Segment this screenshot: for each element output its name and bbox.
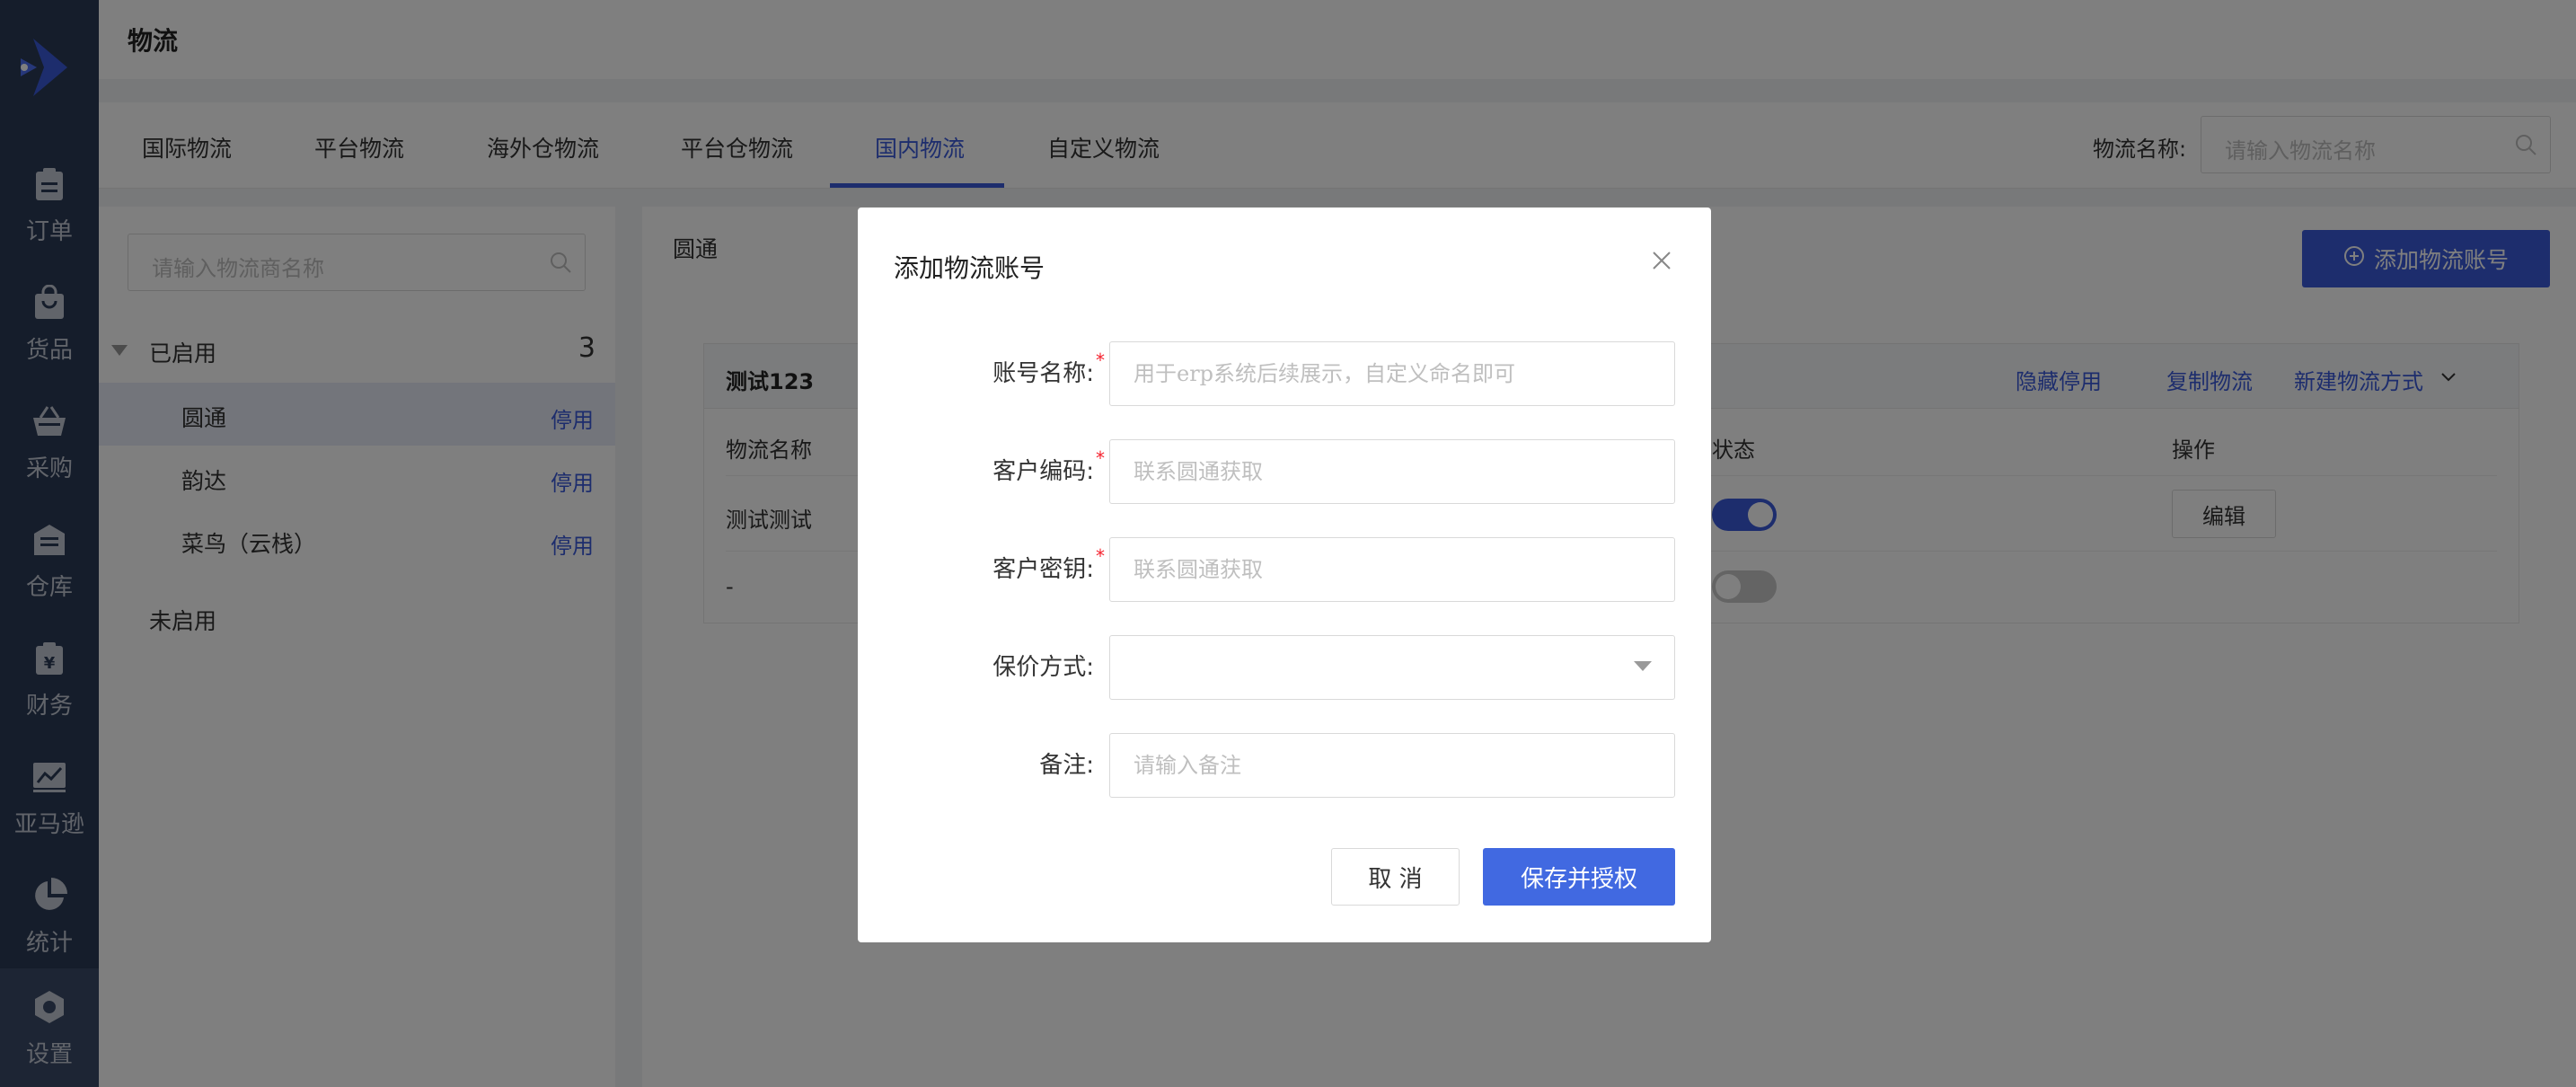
required-mark: * (1096, 349, 1105, 371)
close-icon[interactable] (1648, 247, 1675, 274)
customer-secret-label: 客户密钥: (992, 556, 1094, 583)
insurance-method-label: 保价方式: (992, 654, 1094, 681)
save-and-authorize-button[interactable]: 保存并授权 (1483, 848, 1675, 906)
required-mark: * (1096, 545, 1105, 567)
customer-code-input[interactable] (1109, 439, 1675, 504)
account-name-input[interactable] (1109, 341, 1675, 406)
customer-secret-input[interactable] (1109, 537, 1675, 602)
required-mark: * (1096, 447, 1105, 469)
insurance-method-select[interactable] (1109, 635, 1675, 700)
customer-code-label: 客户编码: (992, 458, 1094, 485)
dialog-title: 添加物流账号 (894, 253, 1045, 283)
account-name-label: 账号名称: (992, 360, 1094, 387)
add-logistics-account-dialog: 添加物流账号 账号名称: * 客户编码: * 客户密钥: * 保价方式: 备注:… (858, 208, 1711, 942)
remark-input[interactable] (1109, 733, 1675, 798)
caret-down-icon[interactable] (1634, 661, 1652, 671)
remark-label: 备注: (1039, 752, 1094, 779)
cancel-button[interactable]: 取 消 (1331, 848, 1460, 906)
